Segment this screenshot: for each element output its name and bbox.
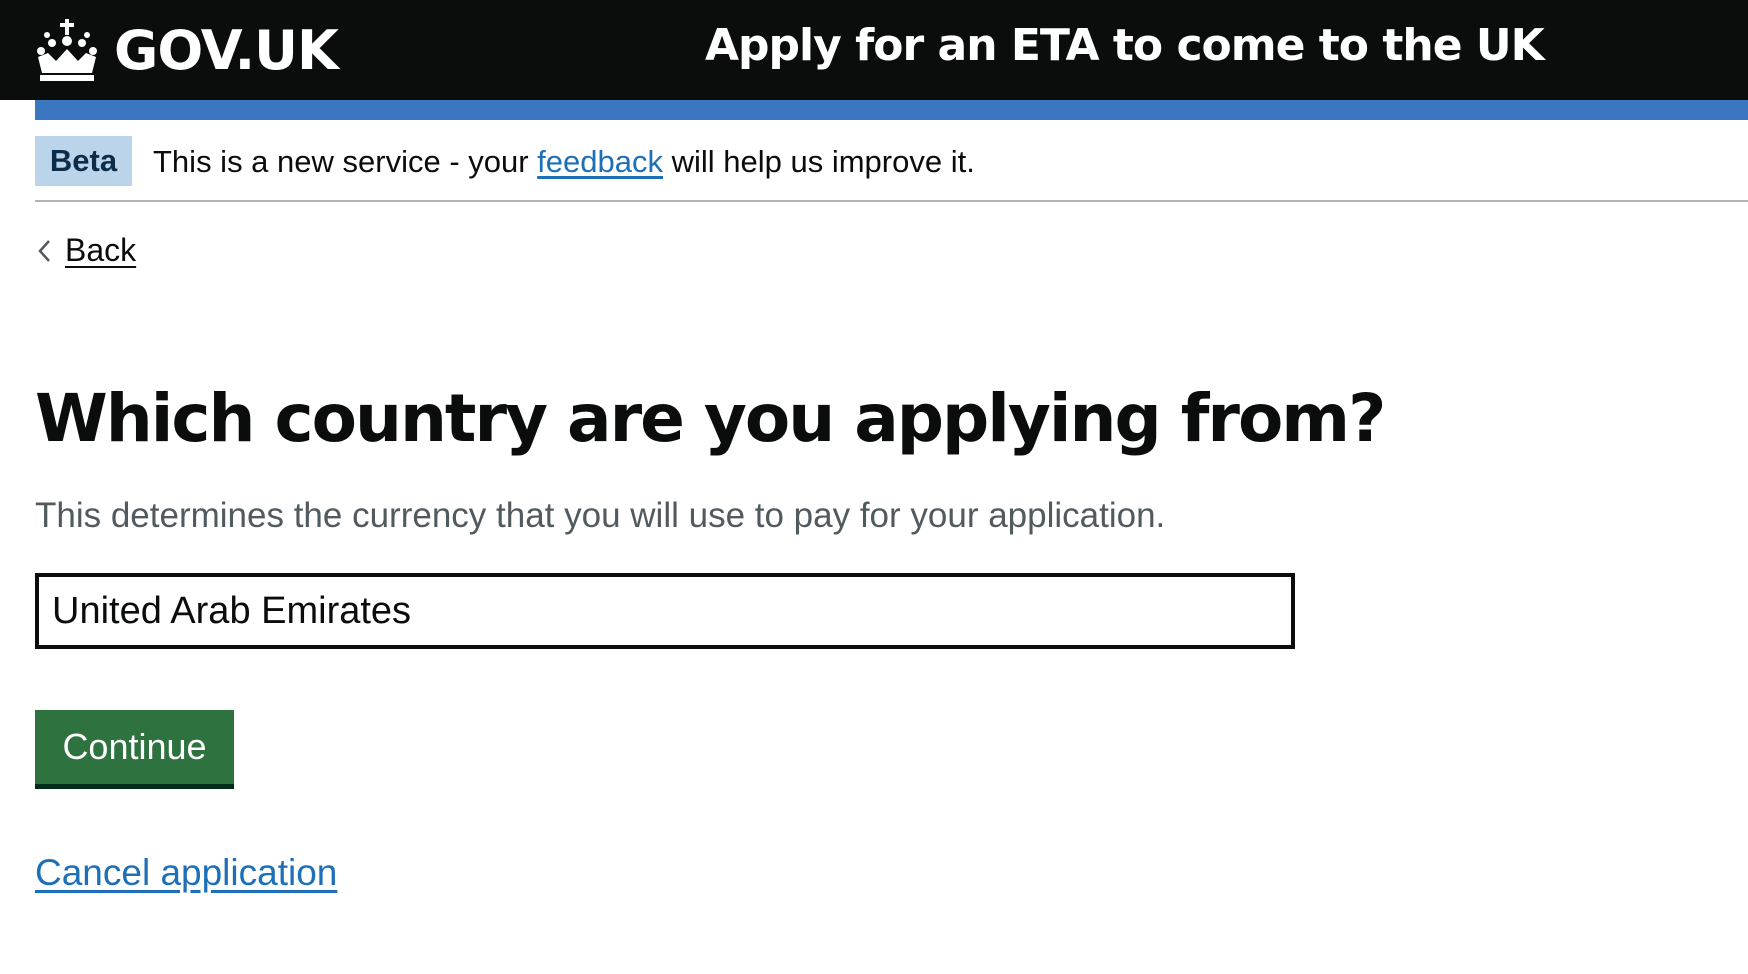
header-accent-bar <box>35 100 1748 120</box>
country-input[interactable] <box>39 577 1291 645</box>
govuk-logo-link[interactable]: GOV.UK <box>34 12 339 88</box>
phase-text-after: will help us improve it. <box>663 144 975 179</box>
phase-banner: Beta This is a new service - your feedba… <box>35 136 1748 202</box>
crown-icon <box>37 19 97 81</box>
page-title: Which country are you applying from? <box>35 380 1386 457</box>
service-name-link[interactable]: Apply for an ETA to come to the UK <box>705 20 1545 71</box>
beta-tag: Beta <box>35 136 132 186</box>
country-input-wrapper <box>35 573 1295 649</box>
back-link[interactable]: Back <box>35 232 136 269</box>
continue-button[interactable]: Continue <box>35 710 234 784</box>
hint-text: This determines the currency that you wi… <box>35 496 1166 535</box>
logo-text: GOV.UK <box>114 18 339 82</box>
cancel-application-link[interactable]: Cancel application <box>35 852 337 894</box>
site-header: GOV.UK Apply for an ETA to come to the U… <box>0 0 1748 100</box>
phase-banner-text: This is a new service - your feedback wi… <box>153 144 975 180</box>
back-link-label: Back <box>65 232 137 268</box>
chevron-left-icon <box>38 239 50 262</box>
phase-text-before: This is a new service - your <box>153 144 538 179</box>
feedback-link[interactable]: feedback <box>537 144 663 179</box>
